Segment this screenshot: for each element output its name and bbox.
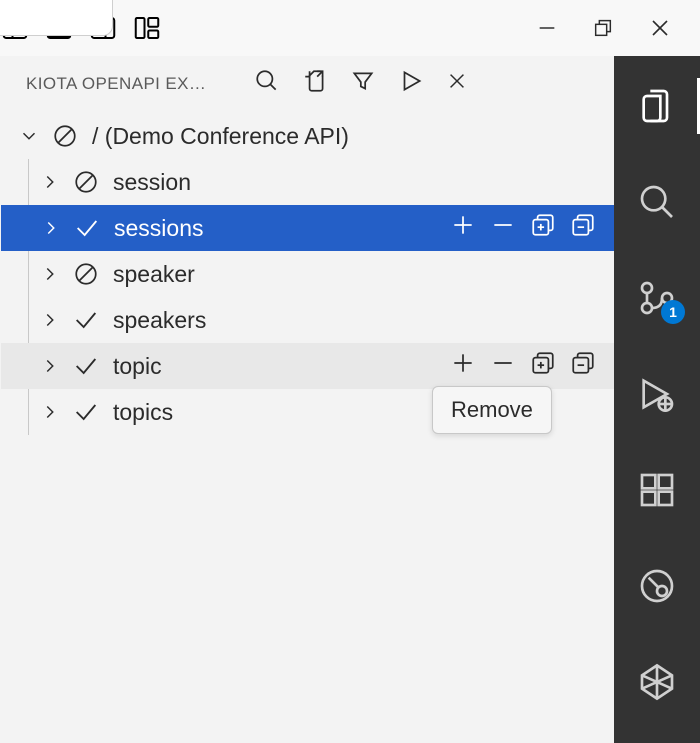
tooltip-text: Remove <box>451 397 533 422</box>
close-panel-icon[interactable] <box>446 70 468 97</box>
row-actions <box>450 350 614 382</box>
activitybar-lens[interactable] <box>635 564 679 608</box>
minimize-icon[interactable] <box>536 17 558 39</box>
add-icon[interactable] <box>450 350 476 382</box>
chevron-right-icon[interactable] <box>39 171 61 193</box>
activitybar-kiota[interactable] <box>635 660 679 704</box>
activitybar-extensions[interactable] <box>635 468 679 512</box>
tree-root[interactable]: / (Demo Conference API) <box>0 113 614 159</box>
add-all-icon[interactable] <box>530 350 556 382</box>
excluded-icon <box>71 169 101 195</box>
activitybar-source-control[interactable]: 1 <box>635 276 679 320</box>
chevron-right-icon[interactable] <box>39 263 61 285</box>
tree-item-label: sessions <box>112 215 203 242</box>
row-actions <box>450 212 614 244</box>
generate-icon[interactable] <box>398 68 424 99</box>
close-window-icon[interactable] <box>648 16 672 40</box>
go-to-file-icon[interactable] <box>302 68 328 99</box>
chevron-right-icon[interactable] <box>39 401 61 423</box>
add-icon[interactable] <box>450 212 476 244</box>
filter-icon[interactable] <box>350 68 376 99</box>
activitybar-run-debug[interactable] <box>635 372 679 416</box>
excluded-icon <box>71 261 101 287</box>
remove-icon[interactable] <box>490 350 516 382</box>
tree-item-label: topic <box>111 353 162 380</box>
check-icon <box>71 306 101 334</box>
editor-tab-stub[interactable] <box>0 0 113 36</box>
chevron-right-icon[interactable] <box>39 309 61 331</box>
tree-item[interactable]: sessions <box>1 205 614 251</box>
tree-item-label: speaker <box>111 261 195 288</box>
panel-title: KIOTA OPENAPI EX… <box>26 74 236 94</box>
remove-all-icon[interactable] <box>570 212 596 244</box>
search-icon[interactable] <box>254 68 280 99</box>
tree-item-label: session <box>111 169 191 196</box>
tree-item-label: topics <box>111 399 173 426</box>
tree-item[interactable]: topic <box>1 343 614 389</box>
chevron-right-icon[interactable] <box>40 217 62 239</box>
tree-item[interactable]: session <box>29 159 614 205</box>
check-icon <box>71 352 101 380</box>
tooltip: Remove <box>432 386 552 434</box>
remove-icon[interactable] <box>490 212 516 244</box>
tree-item-label: speakers <box>111 307 206 334</box>
tree-item[interactable]: speakers <box>29 297 614 343</box>
chevron-down-icon[interactable] <box>18 125 40 147</box>
activitybar-search[interactable] <box>635 180 679 224</box>
check-icon <box>71 398 101 426</box>
remove-all-icon[interactable] <box>570 350 596 382</box>
restore-icon[interactable] <box>592 17 614 39</box>
tree-root-label: / (Demo Conference API) <box>90 123 349 150</box>
add-all-icon[interactable] <box>530 212 556 244</box>
tree-item[interactable]: speaker <box>29 251 614 297</box>
excluded-icon <box>50 123 80 149</box>
source-control-badge: 1 <box>661 300 685 324</box>
chevron-right-icon[interactable] <box>39 355 61 377</box>
activitybar-explorer[interactable] <box>635 84 679 128</box>
check-icon <box>72 214 102 242</box>
layout-customize-icon[interactable] <box>132 13 162 43</box>
